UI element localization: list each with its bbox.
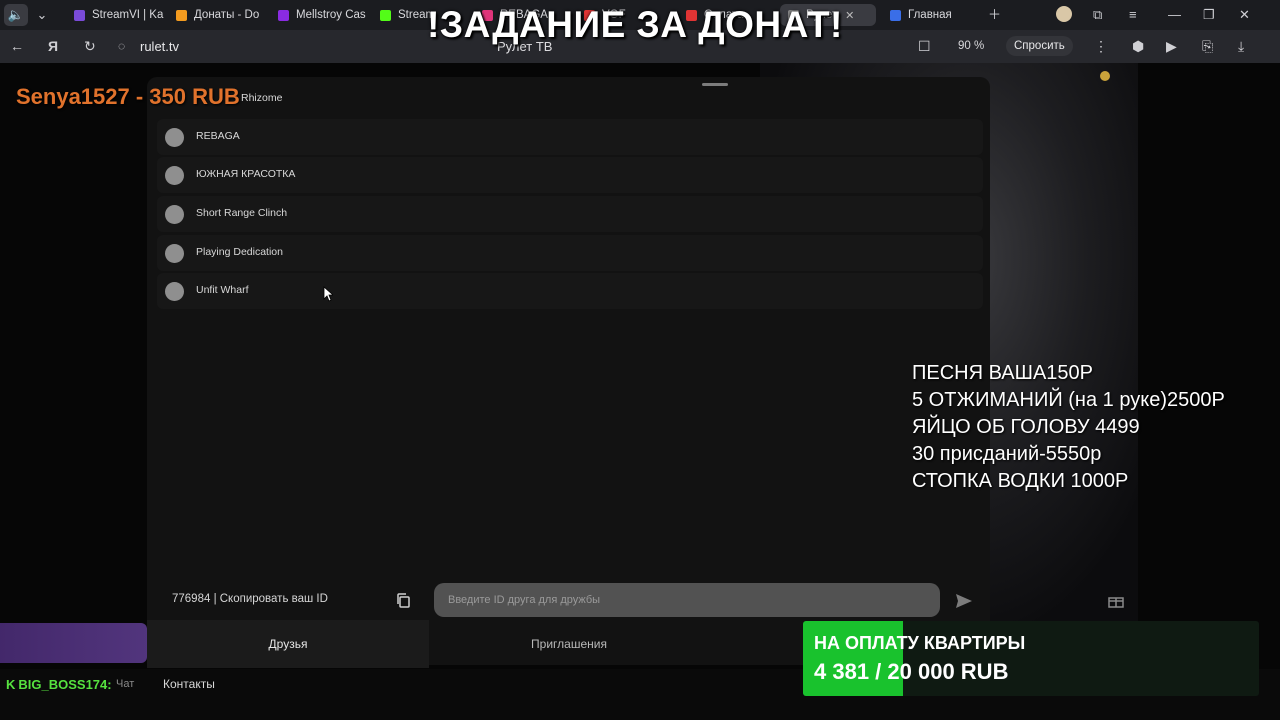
screen: 🔈 ⌄ StreamVI | Ka Донаты - Do Mellstroy Ca… <box>0 0 1280 720</box>
friend-name: Unfit Wharf <box>196 284 249 296</box>
chat-username: BIG_BOSS174: <box>18 677 112 692</box>
task-price-list: ПЕСНЯ ВАША150Р 5 ОТЖИМАНИЙ (на 1 руке)250… <box>912 360 1225 495</box>
nav-contacts[interactable]: Контакты <box>163 677 215 691</box>
friend-name: REBAGA <box>196 130 240 142</box>
task-price-item: 5 ОТЖИМАНИЙ (на 1 руке)2500Р <box>912 389 1225 411</box>
tab-invites[interactable]: Приглашения <box>429 620 709 668</box>
friend-name: ЮЖНАЯ КРАСОТКА <box>196 168 296 180</box>
tab-friends[interactable]: Друзья <box>147 620 429 668</box>
task-price-item: 30 присданий-5550р <box>912 443 1102 465</box>
friend-avatar <box>165 128 184 147</box>
friend-avatar <box>165 166 184 185</box>
donation-alert: Senya1527 - 350 RUB <box>16 84 240 109</box>
your-id-label[interactable]: 776984 | Скопировать ваш ID <box>172 593 328 605</box>
donation-goal: НА ОПЛАТУ КВАРТИРЫ 4 381 / 20 000 RUB <box>803 621 1259 696</box>
task-price-item: СТОПКА ВОДКИ 1000Р <box>912 470 1129 492</box>
stream-headline: !ЗАДАНИЕ ЗА ДОНАТ! <box>427 4 843 45</box>
friend-row[interactable]: Playing Dedication <box>157 235 983 271</box>
goal-amount: 4 381 / 20 000 RUB <box>814 659 1009 684</box>
friend-row[interactable]: ЮЖНАЯ КРАСОТКА <box>157 157 983 193</box>
send-icon[interactable] <box>955 593 973 609</box>
friend-row[interactable]: Rhizome <box>157 81 983 117</box>
copy-icon[interactable] <box>396 593 410 608</box>
kick-icon: K <box>6 677 16 692</box>
task-price-item: ПЕСНЯ ВАША150Р <box>912 362 1093 384</box>
friend-name: Playing Dedication <box>196 246 283 258</box>
goal-title: НА ОПЛАТУ КВАРТИРЫ <box>814 633 1026 653</box>
task-price-item: ЯЙЦО ОБ ГОЛОВУ 4499 <box>912 416 1140 438</box>
friend-avatar <box>165 282 184 301</box>
friend-avatar <box>165 205 184 224</box>
friend-row[interactable]: REBAGA <box>157 119 983 155</box>
webcam-badge <box>1100 71 1110 81</box>
friend-row[interactable]: Short Range Clinch <box>157 196 983 232</box>
mouse-cursor-icon <box>323 286 333 302</box>
side-banner <box>0 623 147 663</box>
friend-name: Rhizome <box>241 92 283 104</box>
friends-panel: Rhizome REBAGA ЮЖНАЯ КРАСОТКА Short Range C… <box>147 77 990 665</box>
friend-avatar <box>165 244 184 263</box>
friend-name: Short Range Clinch <box>196 207 288 219</box>
friend-id-input[interactable] <box>434 583 940 617</box>
nav-chat[interactable]: Чат <box>116 678 134 690</box>
chat-message: K BIG_BOSS174: <box>6 677 112 692</box>
friend-row[interactable]: Unfit Wharf <box>157 273 983 309</box>
gift-icon[interactable] <box>1108 593 1124 608</box>
